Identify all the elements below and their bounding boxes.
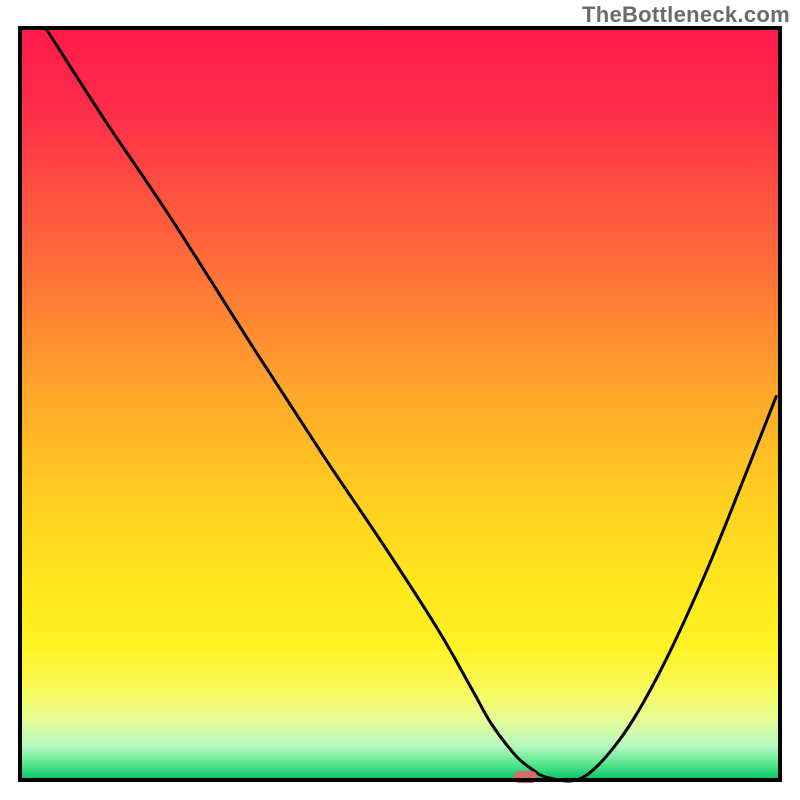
- bottleneck-chart: [0, 0, 800, 800]
- watermark-text: TheBottleneck.com: [582, 2, 790, 28]
- plot-background: [20, 28, 780, 780]
- chart-container: TheBottleneck.com: [0, 0, 800, 800]
